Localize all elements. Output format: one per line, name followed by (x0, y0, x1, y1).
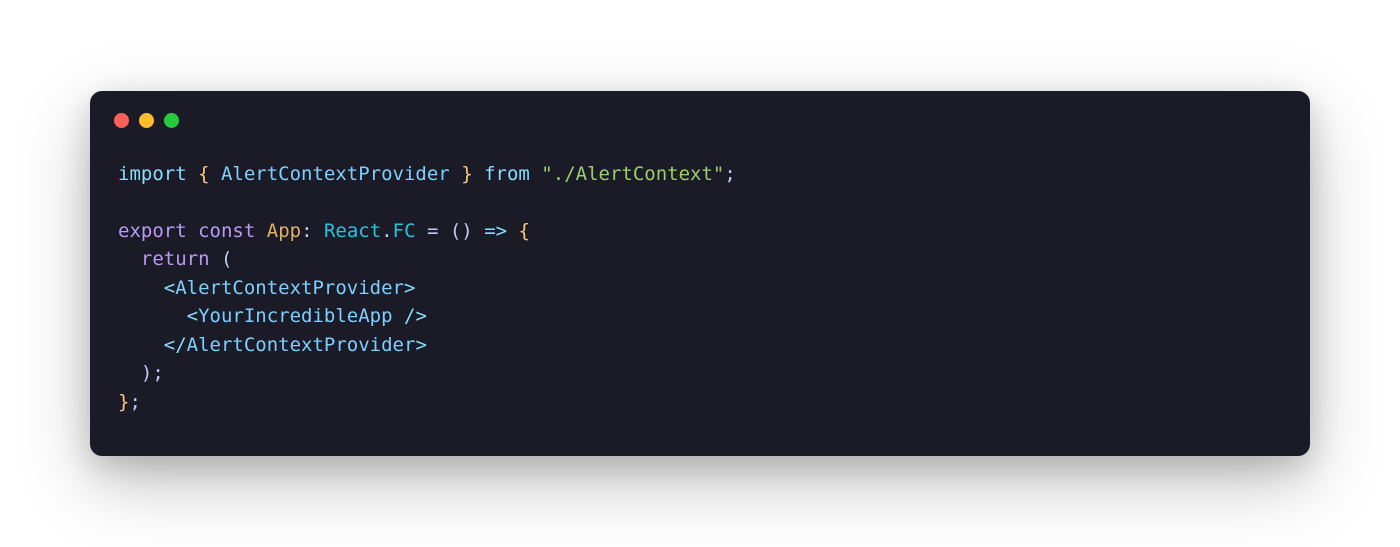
arrow: => (484, 220, 507, 242)
jsx-tag: AlertContextProvider (187, 334, 416, 356)
string-quote: " (541, 163, 552, 185)
identifier: AlertContextProvider (221, 163, 450, 185)
brace: { (519, 220, 530, 242)
code-line: <AlertContextProvider> (118, 277, 415, 299)
equals: = (416, 220, 450, 242)
code-window: import { AlertContextProvider } from "./… (90, 91, 1310, 457)
code-line: ); (118, 362, 164, 384)
code-line: import { AlertContextProvider } from "./… (118, 163, 736, 185)
keyword-import: import (118, 163, 187, 185)
const-name: App (267, 220, 301, 242)
paren: ( (221, 248, 232, 270)
jsx-tag: AlertContextProvider (175, 277, 404, 299)
brace: } (450, 163, 484, 185)
brace: { (187, 163, 221, 185)
jsx-bracket: > (404, 277, 415, 299)
semicolon: ; (724, 163, 735, 185)
paren: ( (450, 220, 461, 242)
jsx-bracket: </ (164, 334, 187, 356)
semicolon: ; (152, 362, 163, 384)
string-path: ./AlertContext (553, 163, 713, 185)
keyword-const: const (198, 220, 255, 242)
string-quote: " (713, 163, 724, 185)
maximize-icon[interactable] (164, 113, 179, 128)
paren: ) (141, 362, 152, 384)
paren: ) (461, 220, 472, 242)
code-line: <YourIncredibleApp /> (118, 305, 427, 327)
jsx-bracket: < (164, 277, 175, 299)
dot: . (381, 220, 392, 242)
jsx-bracket: > (415, 334, 426, 356)
type-fc: FC (393, 220, 416, 242)
keyword-from: from (484, 163, 530, 185)
type-react: React (324, 220, 381, 242)
code-block: import { AlertContextProvider } from "./… (90, 136, 1310, 457)
code-line: }; (118, 391, 141, 413)
minimize-icon[interactable] (139, 113, 154, 128)
close-icon[interactable] (114, 113, 129, 128)
code-line: export const App: React.FC = () => { (118, 220, 530, 242)
colon: : (301, 220, 324, 242)
keyword-export: export (118, 220, 187, 242)
jsx-bracket: < (187, 305, 198, 327)
jsx-self-close: /> (404, 305, 427, 327)
brace: } (118, 391, 129, 413)
window-titlebar (90, 91, 1310, 136)
code-line: </AlertContextProvider> (118, 334, 427, 356)
jsx-tag: YourIncredibleApp (198, 305, 392, 327)
keyword-return: return (141, 248, 210, 270)
semicolon: ; (129, 391, 140, 413)
code-line: return ( (118, 248, 232, 270)
